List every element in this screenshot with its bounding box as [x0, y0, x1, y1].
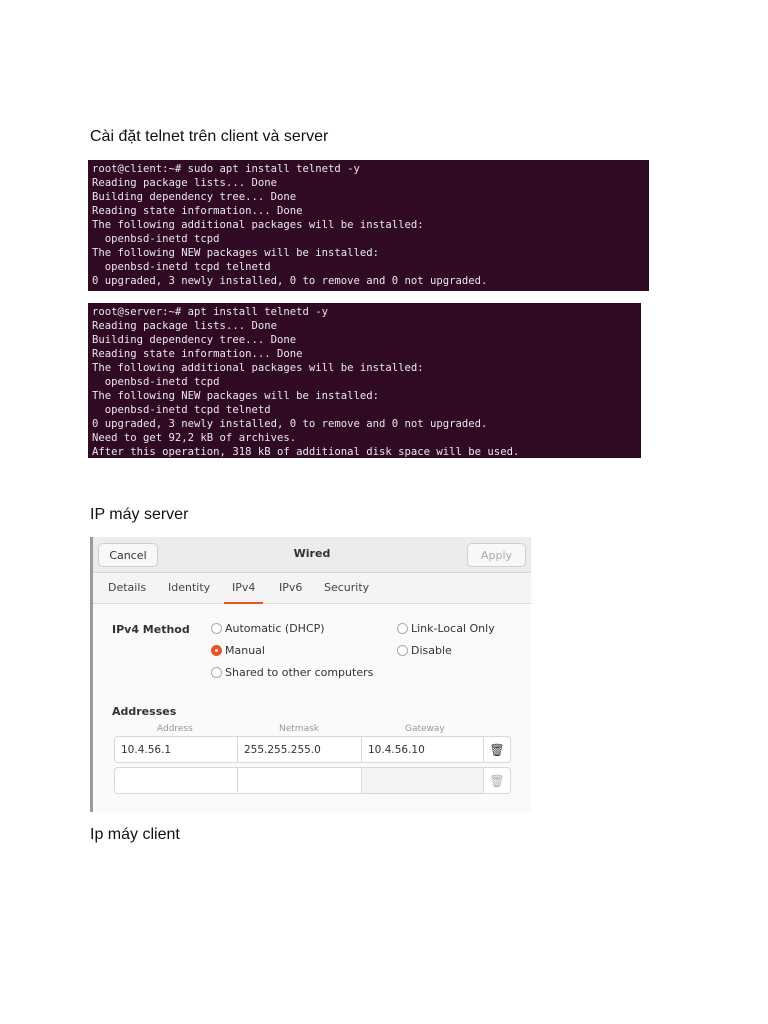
terminal-line: 0 upgraded, 3 newly installed, 0 to remo… [92, 418, 488, 430]
netmask-input[interactable]: 255.255.255.0 [238, 737, 362, 762]
terminal-server-screenshot: root@server:~# apt install telnetd -y Rea… [88, 303, 641, 458]
terminal-line: Need to get 92,2 kB of archives. [92, 432, 297, 444]
terminal-line: The following NEW packages will be insta… [92, 390, 380, 402]
apply-button[interactable]: Apply [467, 543, 526, 567]
trash-icon: 🗑 [489, 742, 505, 757]
terminal-line: The following additional packages will b… [92, 362, 424, 374]
terminal-line: Building dependency tree... Done [92, 334, 297, 346]
terminal-line: openbsd-inetd tcpd [92, 376, 220, 388]
column-header-address: Address [157, 724, 193, 734]
terminal-line: Building dependency tree... Done [92, 191, 297, 203]
terminal-line: root@client:~# sudo apt install telnetd … [92, 163, 360, 175]
column-header-gateway: Gateway [405, 724, 445, 734]
terminal-line: Reading package lists... Done [92, 177, 277, 189]
radio-automatic-dhcp[interactable]: Automatic (DHCP) [211, 622, 325, 635]
terminal-line: openbsd-inetd tcpd telnetd [92, 404, 271, 416]
radio-label: Automatic (DHCP) [225, 622, 325, 635]
heading-client-ip: Ip máy client [90, 826, 180, 843]
radio-manual[interactable]: Manual [211, 644, 265, 657]
trash-icon: 🗑 [489, 773, 505, 788]
delete-row-button[interactable]: 🗑 [484, 768, 510, 793]
tab-ipv6[interactable]: IPv6 [279, 581, 302, 594]
radio-shared[interactable]: Shared to other computers [211, 666, 373, 679]
terminal-line: openbsd-inetd tcpd [92, 233, 220, 245]
dialog-title: Wired [293, 547, 331, 560]
terminal-line: openbsd-inetd tcpd telnetd [92, 261, 271, 273]
terminal-client-screenshot: root@client:~# sudo apt install telnetd … [88, 160, 649, 291]
gateway-input[interactable] [362, 768, 484, 793]
radio-circle-icon [397, 645, 408, 656]
ipv4-method-label: IPv4 Method [112, 623, 190, 636]
address-input[interactable] [115, 768, 238, 793]
radio-selected-icon [211, 645, 222, 656]
radio-circle-icon [211, 623, 222, 634]
tab-bar: Details Identity IPv4 IPv6 Security [93, 573, 531, 604]
gateway-input[interactable]: 10.4.56.10 [362, 737, 484, 762]
column-header-netmask: Netmask [279, 724, 319, 734]
address-row: 10.4.56.1 255.255.255.0 10.4.56.10 🗑 [114, 736, 511, 763]
radio-label: Manual [225, 644, 265, 657]
terminal-line: Reading package lists... Done [92, 320, 277, 332]
document-page: Cài đặt telnet trên client và server roo… [0, 0, 768, 1024]
tab-security[interactable]: Security [324, 581, 369, 594]
address-row: 🗑 [114, 767, 511, 794]
wired-settings-dialog: Cancel Wired Apply Details Identity IPv4… [90, 537, 531, 812]
terminal-line: The following NEW packages will be insta… [92, 247, 380, 259]
terminal-line: Reading state information... Done [92, 348, 303, 360]
heading-server-ip: IP máy server [90, 506, 189, 523]
radio-label: Disable [411, 644, 452, 657]
tab-ipv4[interactable]: IPv4 [223, 581, 264, 604]
radio-label: Link-Local Only [411, 622, 495, 635]
dialog-header: Cancel Wired Apply [93, 537, 531, 573]
radio-circle-icon [211, 667, 222, 678]
radio-link-local[interactable]: Link-Local Only [397, 622, 495, 635]
heading-install: Cài đặt telnet trên client và server [90, 128, 329, 145]
netmask-input[interactable] [238, 768, 362, 793]
terminal-line: After this operation, 318 kB of addition… [92, 446, 520, 458]
address-input[interactable]: 10.4.56.1 [115, 737, 238, 762]
radio-label: Shared to other computers [225, 666, 374, 679]
terminal-line: root@server:~# apt install telnetd -y [92, 306, 328, 318]
addresses-label: Addresses [112, 705, 177, 718]
terminal-line: 0 upgraded, 3 newly installed, 0 to remo… [92, 275, 488, 287]
terminal-line: The following additional packages will b… [92, 219, 424, 231]
radio-circle-icon [397, 623, 408, 634]
tab-identity[interactable]: Identity [168, 581, 210, 594]
tab-details[interactable]: Details [108, 581, 146, 594]
radio-disable[interactable]: Disable [397, 644, 452, 657]
delete-row-button[interactable]: 🗑 [484, 737, 510, 762]
terminal-line: Reading state information... Done [92, 205, 303, 217]
